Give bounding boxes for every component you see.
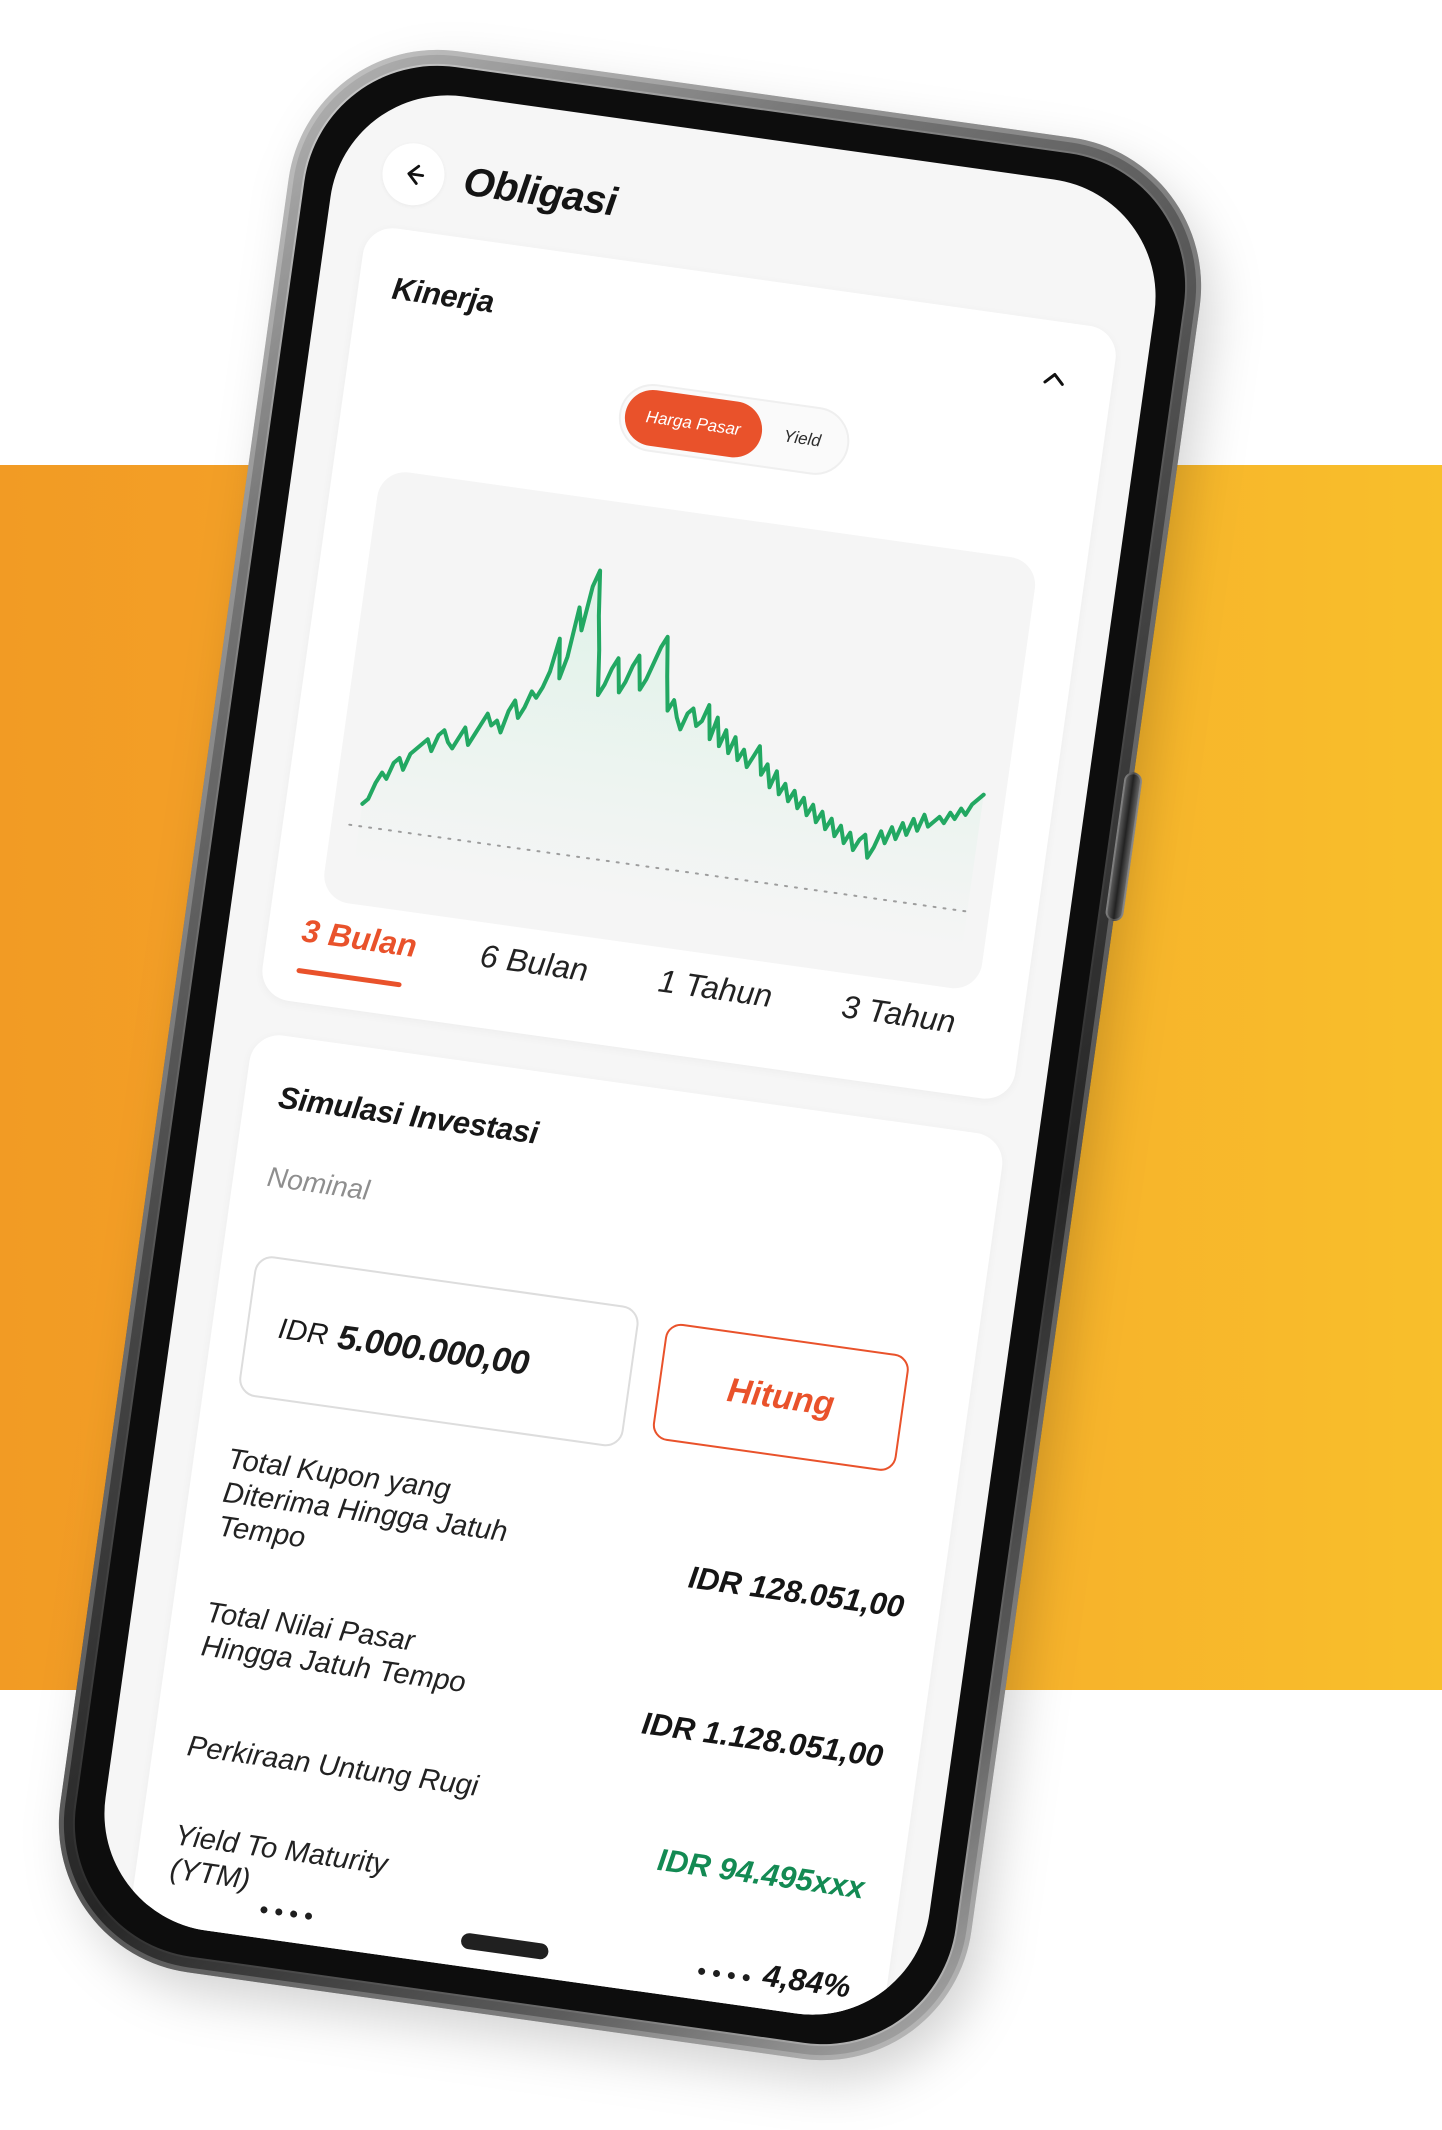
active-tab-underline [296,967,402,988]
chevron-up-icon [1043,373,1064,386]
calculate-button[interactable]: Hitung [650,1321,911,1473]
tab-6-bulan[interactable]: 6 Bulan [478,937,590,989]
dot [742,1973,751,1982]
collapse-button[interactable] [1027,352,1081,406]
result-value: IDR 128.051,00 [686,1559,907,1625]
toggle-harga-pasar[interactable]: Harga Pasar [621,386,766,461]
dot [274,1907,283,1916]
performance-card: Kinerja Harga Pasar Yield 3 Bulan 6 Bula… [258,224,1120,1103]
phone-bezel: Obligasi Kinerja Harga Pasar Yield 3 Bul… [57,48,1203,2062]
amount-value: 5.000.000,00 [335,1317,532,1383]
result-value: IDR 1.128.051,00 [639,1705,886,1774]
tab-3-tahun[interactable]: 3 Tahun [839,988,957,1041]
performance-title: Kinerja [390,270,497,320]
toggle-yield[interactable]: Yield [757,405,846,472]
amount-input[interactable]: IDR 5.000.000,00 [236,1253,641,1449]
dot [697,1966,706,1975]
phone-mockup: Obligasi Kinerja Harga Pasar Yield 3 Bul… [39,30,1230,2100]
result-label: Perkiraan Untung Rugi [185,1730,481,1803]
chart-panel [320,468,1039,992]
dot [304,1911,313,1920]
performance-chart [348,568,986,948]
dot [289,1909,298,1918]
back-button[interactable] [378,139,449,210]
dot [260,1905,268,1914]
dot [727,1971,736,1980]
chart-mode-toggle: Harga Pasar Yield [614,379,854,480]
page-title: Obligasi [460,159,620,225]
arrow-left-icon [407,164,425,185]
tab-1-tahun[interactable]: 1 Tahun [656,962,774,1015]
result-label: Total Kupon yang Diterima Hingga Jatuh T… [216,1443,510,1555]
result-label: Total Nilai Pasar Hingga Jatuh Tempo [199,1596,468,1700]
investment-simulation-card: Simulasi Investasi Nominal IDR 5.000.000… [124,1031,1007,2030]
nominal-label: Nominal [265,1160,372,1206]
simulation-title: Simulasi Investasi [276,1079,541,1151]
currency-label: IDR [276,1312,331,1352]
phone-frame: Obligasi Kinerja Harga Pasar Yield 3 Bul… [39,30,1221,2080]
tab-3-bulan[interactable]: 3 Bulan [300,912,419,965]
dot [712,1969,721,1977]
